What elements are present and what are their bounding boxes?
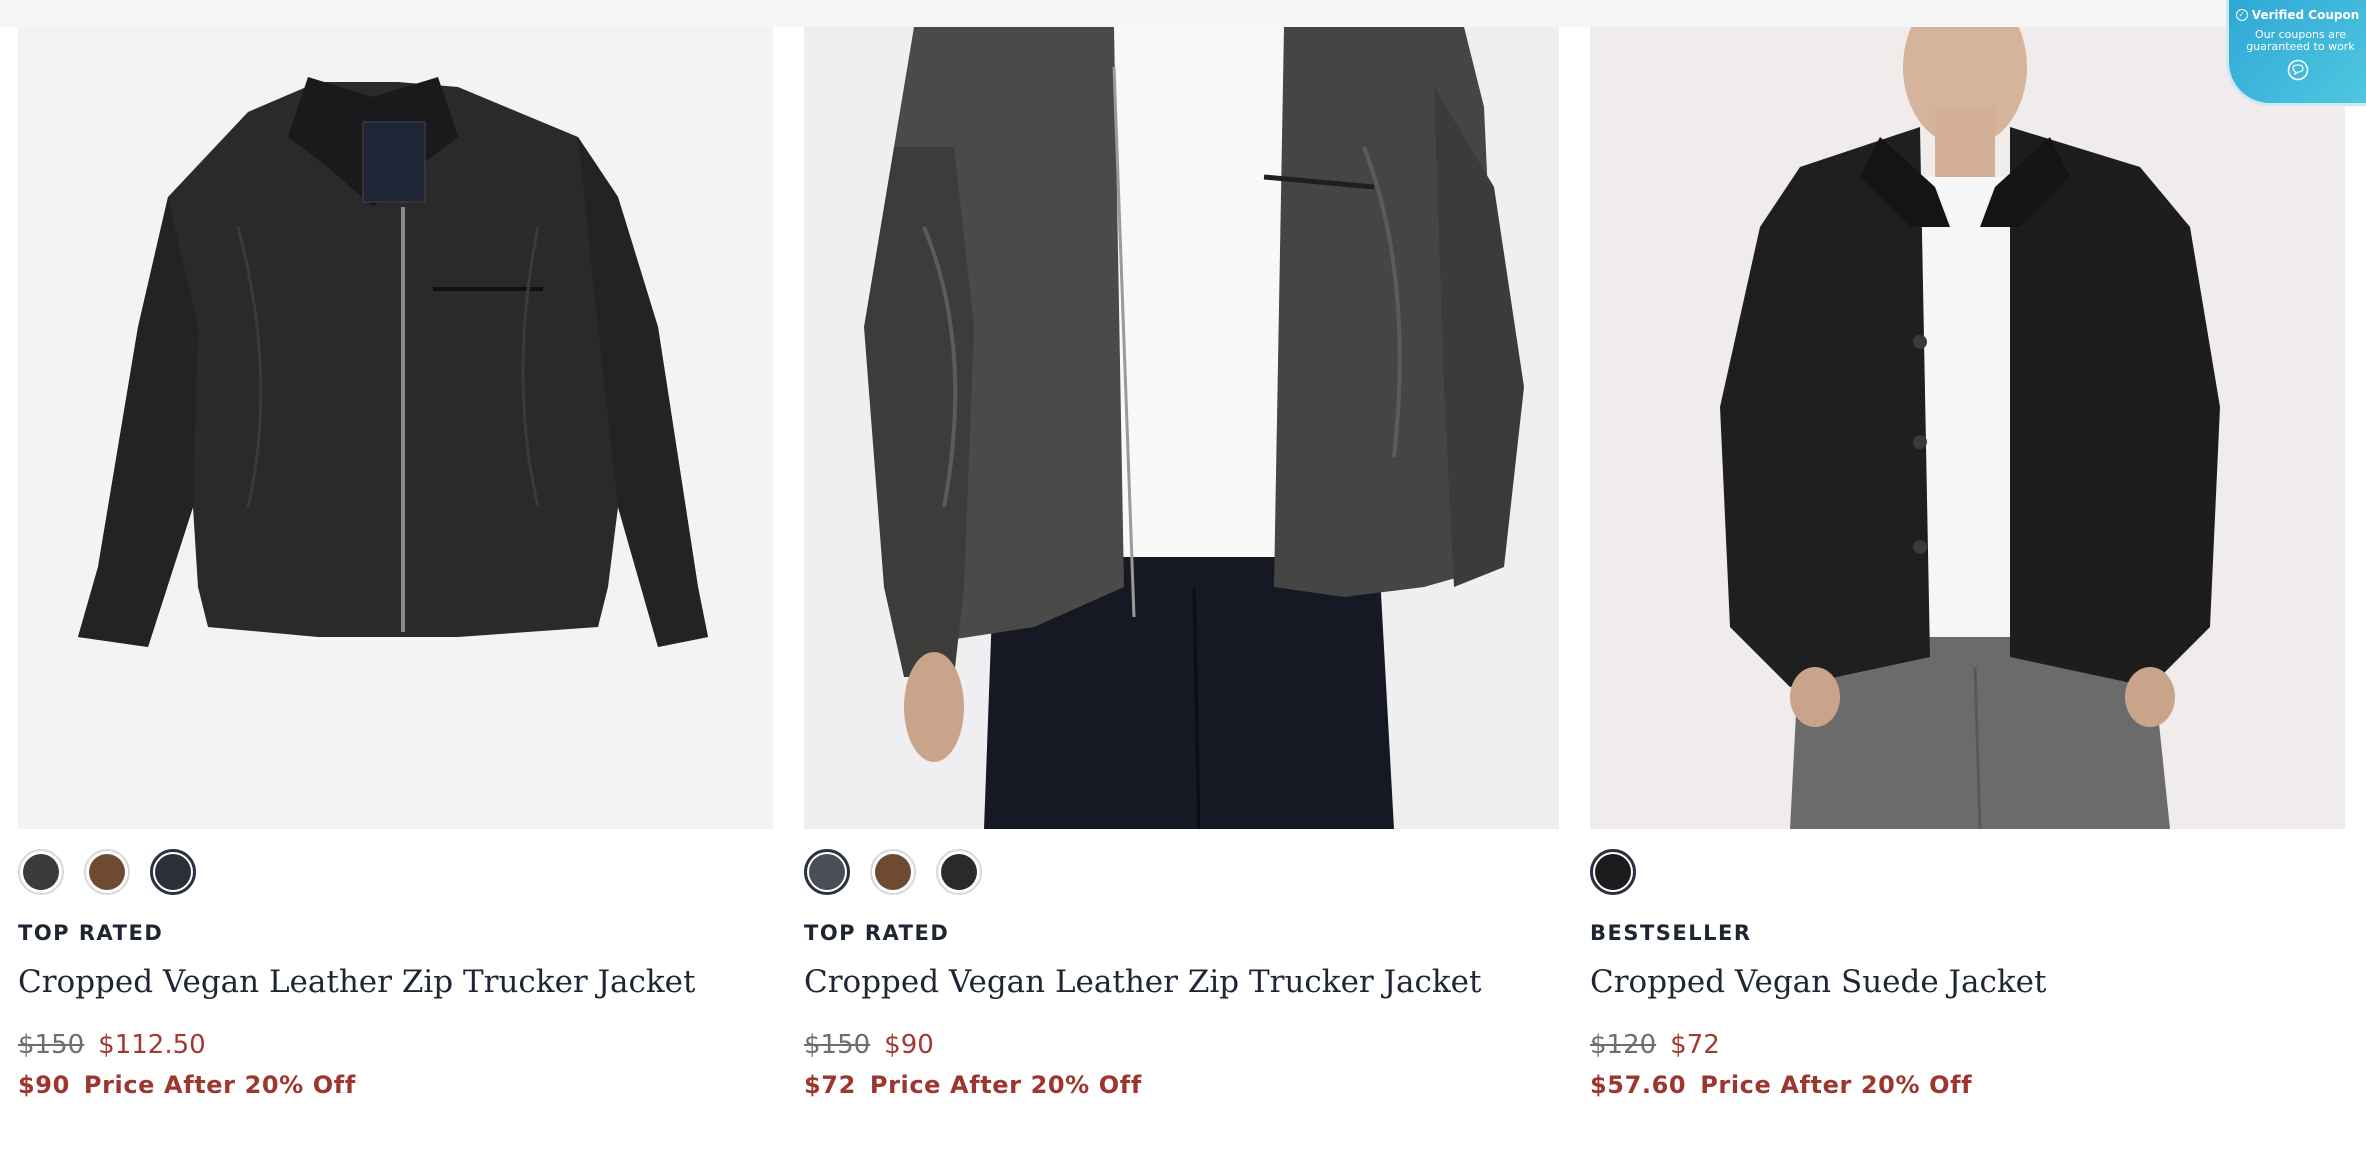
product-card[interactable]: TOP RATED Cropped Vegan Leather Zip Truc…: [804, 0, 1559, 1168]
price-sale: $112.50: [98, 1030, 206, 1060]
product-title[interactable]: Cropped Vegan Leather Zip Trucker Jacket: [804, 964, 1481, 1000]
price-row: $150 $90: [804, 1030, 934, 1060]
swatch-color: [1595, 854, 1631, 890]
product-title[interactable]: Cropped Vegan Suede Jacket: [1590, 964, 2046, 1000]
coupon-message: Our coupons are guaranteed to work: [2246, 28, 2355, 53]
jacket-flatlay-image: [18, 27, 773, 829]
product-image[interactable]: [804, 27, 1559, 829]
product-grid: TOP RATED Cropped Vegan Leather Zip Truc…: [0, 0, 2366, 1168]
swatch-color: [809, 854, 845, 890]
promo-price: $72: [804, 1071, 856, 1099]
coupon-title: Verified Coupon: [2251, 8, 2360, 22]
swatch-black[interactable]: [1590, 849, 1636, 895]
model-suede-jacket-image: [1590, 27, 2345, 829]
promo-row: $57.60 Price After 20% Off: [1590, 1071, 1972, 1099]
price-sale: $72: [1670, 1030, 1720, 1060]
swatch-color: [941, 854, 977, 890]
swatch-black[interactable]: [936, 849, 982, 895]
promo-price: $90: [18, 1071, 70, 1099]
swatch-color: [875, 854, 911, 890]
price-row: $120 $72: [1590, 1030, 1720, 1060]
price-original: $150: [804, 1030, 871, 1060]
promo-row: $72 Price After 20% Off: [804, 1071, 1142, 1099]
check-icon: ✓: [2235, 9, 2248, 21]
swatch-color: [155, 854, 191, 890]
product-image[interactable]: [1590, 27, 2345, 829]
promo-label: Price After 20% Off: [83, 1071, 356, 1099]
promo-price: $57.60: [1590, 1071, 1687, 1099]
swatch-brown[interactable]: [84, 849, 130, 895]
swatch-color: [23, 854, 59, 890]
color-swatches: [804, 849, 982, 899]
product-image[interactable]: [18, 27, 773, 829]
chat-icon[interactable]: [2287, 59, 2309, 81]
swatch-black[interactable]: [18, 849, 64, 895]
product-badge: BESTSELLER: [1590, 921, 1752, 945]
promo-label: Price After 20% Off: [1700, 1071, 1973, 1099]
product-badge: TOP RATED: [804, 921, 950, 945]
price-original: $150: [18, 1030, 85, 1060]
product-title[interactable]: Cropped Vegan Leather Zip Trucker Jacket: [18, 964, 695, 1000]
color-swatches: [1590, 849, 1636, 899]
coupon-header: ✓ Verified Coupon: [2229, 8, 2366, 22]
promo-label: Price After 20% Off: [869, 1071, 1142, 1099]
swatch-washed-black[interactable]: [150, 849, 196, 895]
product-card[interactable]: BESTSELLER Cropped Vegan Suede Jacket $1…: [1590, 0, 2345, 1168]
swatch-washed-grey[interactable]: [804, 849, 850, 895]
price-row: $150 $112.50: [18, 1030, 206, 1060]
verified-coupon-widget[interactable]: ✓ Verified Coupon Our coupons are guaran…: [2226, 0, 2366, 106]
price-sale: $90: [884, 1030, 934, 1060]
product-card[interactable]: TOP RATED Cropped Vegan Leather Zip Truc…: [18, 0, 773, 1168]
swatch-color: [89, 854, 125, 890]
swatch-brown[interactable]: [870, 849, 916, 895]
price-original: $120: [1590, 1030, 1657, 1060]
color-swatches: [18, 849, 196, 899]
promo-row: $90 Price After 20% Off: [18, 1071, 356, 1099]
model-leather-jacket-image: [804, 27, 1559, 829]
product-badge: TOP RATED: [18, 921, 164, 945]
